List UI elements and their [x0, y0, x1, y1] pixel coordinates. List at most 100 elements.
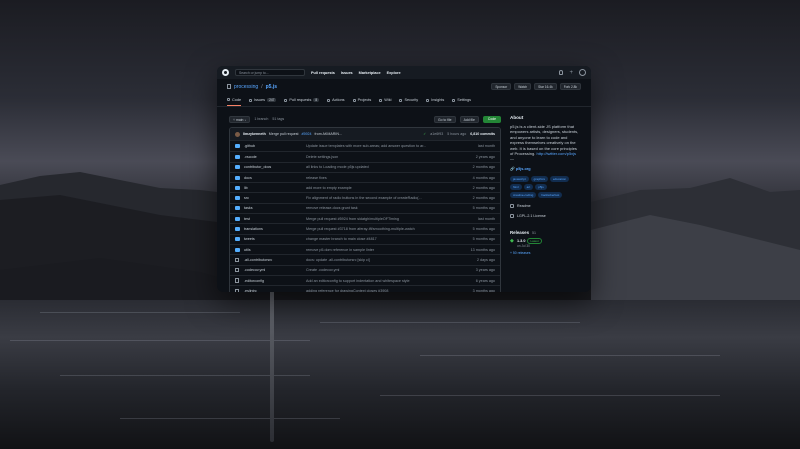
plus-icon[interactable]: +: [569, 70, 573, 76]
github-logo-icon[interactable]: [222, 69, 229, 76]
more-releases-link[interactable]: + 50 releases: [510, 251, 580, 255]
file-commit-message[interactable]: remove release-docs grunt task: [306, 206, 456, 210]
nav-pull-requests[interactable]: Pull requests: [311, 71, 335, 75]
file-row[interactable]: translations Merge pull request #3718 fro…: [230, 223, 500, 233]
file-commit-message[interactable]: Fix alignment of radio buttons in the se…: [306, 196, 456, 200]
tab-wiki[interactable]: Wiki: [379, 94, 391, 106]
file-name[interactable]: utils: [244, 248, 306, 252]
file-name[interactable]: .all-contributorsrc: [244, 258, 306, 262]
tab-settings[interactable]: Settings: [452, 94, 471, 106]
file-row[interactable]: src Fix alignment of radio buttons in the…: [230, 192, 500, 202]
topic-tag[interactable]: creative-coding: [510, 191, 537, 198]
file-commit-time: 3 months ago: [472, 288, 495, 292]
file-row[interactable]: .codecov.yml Create .codecov.yml 3 years a…: [230, 264, 500, 275]
readme-link[interactable]: Readme: [510, 203, 580, 208]
file-commit-message[interactable]: all links to Loading mode p5js updated: [306, 165, 456, 169]
file-name[interactable]: tweets: [244, 237, 306, 241]
file-row[interactable]: .vscode Delete settings.json 2 years ago: [230, 151, 500, 161]
topic-tag[interactable]: p5js: [535, 183, 547, 190]
commit-author[interactable]: limzykenneth: [243, 132, 266, 136]
tab-issues[interactable]: Issues 247: [249, 94, 277, 106]
description-link[interactable]: http://twitter.com/p5xjs: [536, 151, 576, 156]
file-name[interactable]: .codecov.yml: [244, 268, 306, 272]
file-commit-message[interactable]: release fixes: [306, 176, 456, 180]
tab-security[interactable]: Security: [399, 94, 418, 106]
file-row[interactable]: .editorconfig Add an editorconfig to supp…: [230, 274, 500, 285]
user-avatar[interactable]: [579, 69, 586, 76]
file-commit-message[interactable]: change master branch to main close #4817: [306, 237, 456, 241]
file-name[interactable]: .vscode: [244, 155, 306, 159]
file-commit-message[interactable]: docs: update .all-contributorsrc [skip c…: [306, 258, 456, 262]
tab-pull-requests[interactable]: Pull requests 8: [284, 94, 320, 106]
topic-tag[interactable]: html: [510, 183, 522, 190]
file-name[interactable]: .editorconfig: [244, 279, 306, 283]
global-nav: Pull requests Issues Marketplace Explore: [311, 71, 401, 75]
topic-tag[interactable]: education: [550, 175, 570, 182]
file-list: limzykenneth Merge pull request #5924 fr…: [229, 127, 501, 292]
search-input[interactable]: Search or jump to...: [235, 69, 305, 76]
file-commit-message[interactable]: Update issue templates with more sub-are…: [306, 144, 456, 148]
file-commit-message[interactable]: Merge pull request #3718 from aferay-tft…: [306, 227, 456, 231]
tags-link[interactable]: 51 tags: [272, 117, 284, 121]
commit-hash[interactable]: a1e6f93: [430, 132, 443, 136]
tab-projects[interactable]: Projects: [352, 94, 371, 106]
file-commit-message[interactable]: Merge pull request #5924 from sidatgh/mu…: [306, 217, 456, 221]
tab-actions[interactable]: Actions: [327, 94, 345, 106]
latest-release[interactable]: ◆ 1.3.0 Latest on Jul 30: [510, 237, 580, 248]
file-name[interactable]: test: [244, 217, 306, 221]
file-name[interactable]: .github: [244, 144, 306, 148]
license-link[interactable]: LGPL-2.1 License: [510, 213, 580, 218]
commit-message-rest[interactable]: from AKMARIN...: [315, 132, 342, 136]
file-commit-message[interactable]: Add an editorconfig to support indentati…: [306, 279, 456, 283]
file-row[interactable]: contributor_docs all links to Loading mod…: [230, 161, 500, 172]
file-name[interactable]: docs: [244, 176, 306, 180]
file-row[interactable]: tweets change master branch to main close…: [230, 233, 500, 244]
add-file-button[interactable]: Add file: [459, 115, 479, 123]
go-to-file-button[interactable]: Go to file: [434, 115, 456, 123]
star-button[interactable]: Star 16.4k: [534, 83, 557, 90]
topic-tag[interactable]: javascript: [510, 175, 529, 182]
watch-button[interactable]: Watch: [514, 83, 532, 90]
file-commit-message[interactable]: add more to empty example: [306, 186, 456, 190]
tab-code[interactable]: Code: [227, 94, 242, 106]
file-icon: [235, 267, 239, 273]
nav-explore[interactable]: Explore: [387, 71, 401, 75]
file-name[interactable]: .eslintrc: [244, 289, 306, 292]
sponsor-button[interactable]: Sponsor: [491, 83, 512, 90]
file-name[interactable]: src: [244, 196, 306, 200]
file-row[interactable]: test Merge pull request #5924 from sidatg…: [230, 213, 500, 223]
file-commit-message[interactable]: Delete settings.json: [306, 155, 456, 159]
nav-marketplace[interactable]: Marketplace: [359, 71, 381, 75]
commit-message[interactable]: Merge pull request: [269, 132, 299, 136]
file-row[interactable]: utils remove p5.dom reference in sample l…: [230, 243, 500, 254]
file-name[interactable]: contributor_docs: [244, 165, 306, 169]
fork-button[interactable]: Fork 2.8k: [559, 83, 581, 90]
file-row[interactable]: .eslintrc adding reference for drawingCon…: [230, 285, 500, 292]
commit-count-link[interactable]: 6,810 commits: [470, 132, 495, 136]
file-row[interactable]: docs release fixes 4 months ago: [230, 171, 500, 182]
releases-heading[interactable]: Releases 51: [510, 230, 580, 235]
file-commit-message[interactable]: remove p5.dom reference in sample linter: [306, 248, 456, 252]
file-name[interactable]: translations: [244, 227, 306, 231]
topic-tag[interactable]: graphics: [530, 175, 549, 182]
commit-pr-link[interactable]: #5924: [302, 132, 312, 136]
code-download-button[interactable]: Code: [482, 115, 501, 123]
file-row[interactable]: .github Update issue templates with more …: [230, 141, 500, 151]
topic-tag[interactable]: art: [523, 183, 534, 190]
file-row[interactable]: tasks remove release-docs grunt task 5 mon…: [230, 202, 500, 213]
branch-selector[interactable]: ⑂ main ▾: [229, 115, 251, 123]
notification-bell-icon[interactable]: [559, 70, 564, 75]
website-link[interactable]: 🔗 p5js.org: [510, 166, 580, 171]
file-commit-message[interactable]: adding reference for drawingContext clos…: [306, 289, 456, 292]
file-row[interactable]: lib add more to empty example 2 months ago: [230, 182, 500, 192]
branches-link[interactable]: 1 branch: [254, 117, 268, 121]
topic-tag[interactable]: hacktoberfest: [538, 191, 563, 198]
nav-issues[interactable]: Issues: [341, 71, 353, 75]
file-row[interactable]: .all-contributorsrc docs: update .all-con…: [230, 254, 500, 264]
file-name[interactable]: tasks: [244, 206, 306, 210]
repo-name-link[interactable]: p5.js: [266, 84, 277, 90]
file-commit-message[interactable]: Create .codecov.yml: [306, 268, 456, 272]
tab-insights[interactable]: Insights: [426, 94, 444, 106]
file-name[interactable]: lib: [244, 186, 306, 190]
repo-owner-link[interactable]: processing: [234, 84, 258, 90]
